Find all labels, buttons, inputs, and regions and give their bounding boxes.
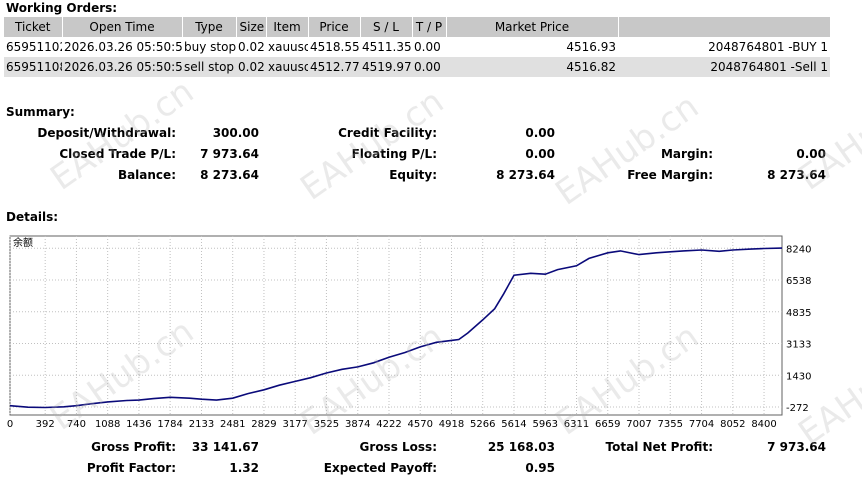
- col-open-time[interactable]: Open Time: [62, 17, 183, 37]
- col-price[interactable]: Price: [308, 17, 361, 37]
- margin-label: Margin:: [660, 147, 713, 161]
- gross-profit-label: Gross Profit:: [91, 440, 176, 454]
- x-tick-label: 8052: [720, 419, 745, 430]
- cell-tp: 0.00: [412, 57, 446, 77]
- deposit-value: 300.00: [212, 126, 259, 140]
- gross-profit-value: 33 141.67: [191, 440, 259, 454]
- y-tick-label: 8240: [786, 244, 811, 255]
- col-comment[interactable]: [618, 17, 831, 37]
- x-tick-label: 4222: [376, 419, 401, 430]
- x-tick-label: 1436: [126, 419, 151, 430]
- y-tick-label: 1430: [786, 371, 811, 382]
- x-tick-label: 7704: [689, 419, 714, 430]
- col-market-price[interactable]: Market Price: [446, 17, 619, 37]
- table-row[interactable]: 65951102 2026.03.26 05:50:50 buy stop 0.…: [4, 37, 830, 57]
- working-orders-table: Ticket Open Time Type Size Item Price S …: [4, 17, 831, 77]
- equity-label: Equity:: [389, 168, 437, 182]
- cell-market-price: 4516.82: [446, 57, 618, 77]
- gross-loss-label: Gross Loss:: [359, 440, 437, 454]
- x-tick-label: 2829: [251, 419, 276, 430]
- balance-chart: 0 392 740 1088 1436 1784 2133 2481 2829 3177 3525 3…: [7, 235, 811, 430]
- x-tick-label: 3874: [345, 419, 370, 430]
- profit-factor-label: Profit Factor:: [86, 461, 176, 475]
- cell-ticket: 65951108: [4, 57, 62, 77]
- cell-ticket: 65951102: [6, 40, 62, 54]
- x-tick-label: 2133: [189, 419, 214, 430]
- plot-frame: [9, 235, 783, 416]
- y-tick-label: 4835: [786, 308, 811, 319]
- floating-pl-label: Floating P/L:: [351, 147, 437, 161]
- expected-payoff-label: Expected Payoff:: [323, 461, 437, 475]
- col-tp[interactable]: T / P: [412, 17, 447, 37]
- cell-sl: 4519.97: [360, 57, 412, 77]
- cell-type: sell stop: [182, 57, 236, 77]
- free-margin-label: Free Margin:: [627, 168, 713, 182]
- cell-type: buy stop: [184, 40, 236, 54]
- col-type[interactable]: Type: [182, 17, 237, 37]
- total-net-profit-value: 7 973.64: [767, 440, 826, 454]
- free-margin-value: 8 273.64: [767, 168, 826, 182]
- x-tick-label: 392: [36, 419, 55, 430]
- credit-value: 0.00: [525, 126, 555, 140]
- gross-loss-value: 25 168.03: [487, 440, 555, 454]
- summary-title: Summary:: [6, 105, 75, 119]
- credit-label: Credit Facility:: [338, 126, 437, 140]
- equity-value: 8 273.64: [496, 168, 555, 182]
- x-tick-label: 5614: [501, 419, 526, 430]
- col-ticket[interactable]: Ticket: [4, 17, 63, 37]
- x-tick-label: 5266: [470, 419, 495, 430]
- details-title: Details:: [6, 210, 59, 224]
- margin-value: 0.00: [796, 147, 826, 161]
- cell-price: 4518.55: [310, 40, 360, 54]
- x-tick-label: 5963: [533, 419, 558, 430]
- x-tick-label: 8400: [751, 419, 776, 430]
- x-tick-label: 3177: [282, 419, 307, 430]
- x-tick-label: 6311: [564, 419, 589, 430]
- x-tick-label: 6659: [595, 419, 620, 430]
- x-tick-label: 4918: [439, 419, 464, 430]
- x-tick-label: 3525: [314, 419, 339, 430]
- y-tick-label: -272: [786, 403, 809, 414]
- closed-pl-value: 7 973.64: [200, 147, 259, 161]
- expected-payoff-value: 0.95: [525, 461, 555, 475]
- y-tick-label: 3133: [786, 340, 811, 351]
- balance-label: Balance:: [117, 168, 176, 182]
- cell-tp: 0.00: [414, 40, 441, 54]
- x-tick-label: 4570: [408, 419, 433, 430]
- x-tick-label: 7007: [626, 419, 651, 430]
- deposit-label: Deposit/Withdrawal:: [37, 126, 176, 140]
- cell-comment: 2048764801 -Sell 1: [618, 57, 830, 77]
- cell-comment: 2048764801 -BUY 1: [708, 40, 828, 54]
- col-item[interactable]: Item: [266, 17, 309, 37]
- col-sl[interactable]: S / L: [360, 17, 413, 37]
- total-net-profit-label: Total Net Profit:: [605, 440, 713, 454]
- cell-size: 0.02: [238, 40, 265, 54]
- x-tick-label: 1784: [157, 419, 182, 430]
- balance-value: 8 273.64: [200, 168, 259, 182]
- x-tick-label: 7355: [658, 419, 683, 430]
- cell-item: xauusd: [268, 40, 308, 54]
- closed-pl-label: Closed Trade P/L:: [59, 147, 176, 161]
- cell-open-time: 2026.03.26 05:50:50: [64, 40, 182, 54]
- cell-sl: 4511.35: [362, 40, 412, 54]
- table-row[interactable]: 65951108 2026.03.26 05:50:50 sell stop 0…: [4, 57, 830, 77]
- y-tick-label: 6538: [786, 276, 811, 287]
- working-orders-title: Working Orders:: [6, 1, 118, 15]
- cell-open-time: 2026.03.26 05:50:50: [62, 57, 182, 77]
- floating-pl-value: 0.00: [525, 147, 555, 161]
- cell-market-price: 4516.93: [566, 40, 616, 54]
- x-tick-label: 2481: [220, 419, 245, 430]
- profit-factor-value: 1.32: [229, 461, 259, 475]
- watermark: EAHub.cn: [293, 81, 452, 209]
- cell-price: 4512.77: [308, 57, 360, 77]
- col-size[interactable]: Size: [236, 17, 267, 37]
- x-tick-label: 1088: [95, 419, 120, 430]
- x-tick-label: 740: [67, 419, 86, 430]
- chart-title: 余额: [13, 236, 33, 249]
- x-tick-label: 0: [7, 419, 13, 430]
- cell-item: xauusd: [266, 57, 308, 77]
- cell-size: 0.02: [236, 57, 266, 77]
